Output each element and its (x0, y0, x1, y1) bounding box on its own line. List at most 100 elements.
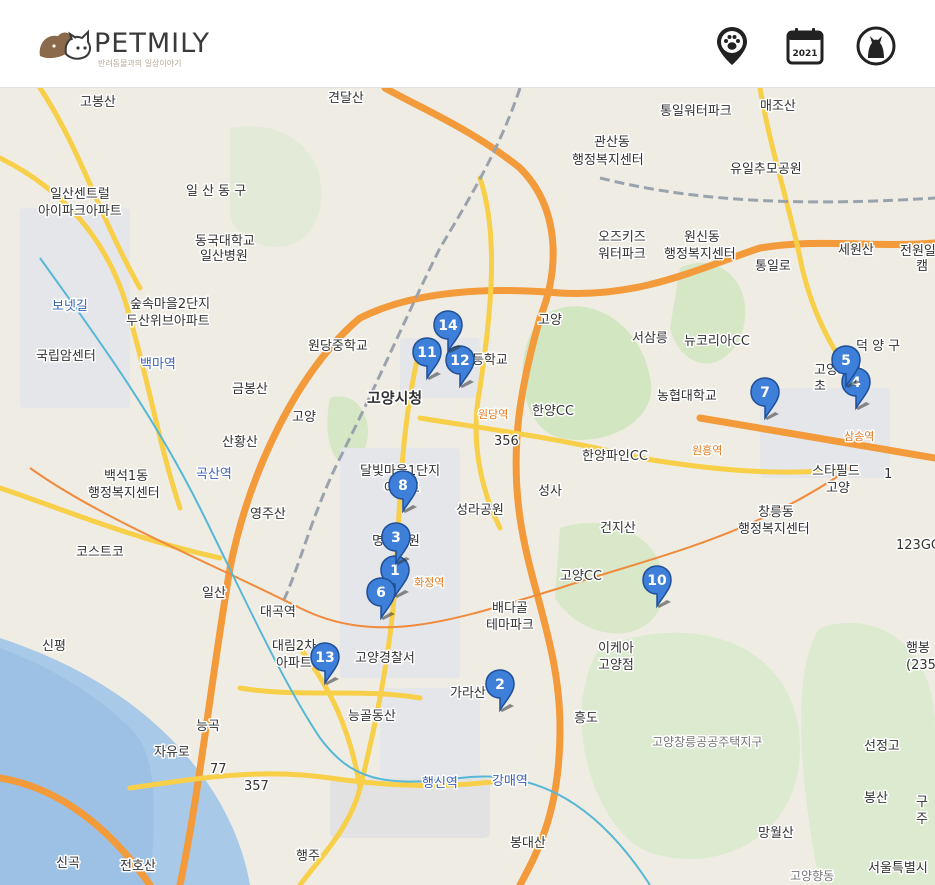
map-marker-label: 5 (841, 353, 851, 369)
svg-text:동국대학교: 동국대학교 (195, 234, 255, 249)
map-marker-label: 6 (376, 585, 386, 601)
svg-text:선정고: 선정고 (864, 739, 900, 754)
svg-text:매조산: 매조산 (760, 99, 796, 114)
svg-text:통일로: 통일로 (755, 259, 791, 274)
app-header: PETMILY 반려동물과의 일상이야기 2021 (0, 0, 935, 88)
map-marker-label: 14 (438, 318, 458, 334)
svg-text:전원일: 전원일 (900, 244, 935, 259)
svg-text:봉산: 봉산 (864, 791, 888, 806)
map-marker-label: 10 (647, 573, 667, 589)
svg-text:원신동: 원신동 (684, 230, 720, 245)
map-marker-label: 2 (495, 677, 505, 693)
svg-text:숲속마을2단지: 숲속마을2단지 (130, 297, 210, 312)
svg-text:일산병원: 일산병원 (200, 249, 248, 264)
svg-text:금봉산: 금봉산 (232, 382, 268, 397)
svg-text:통일워터파크: 통일워터파크 (660, 104, 732, 119)
svg-text:워터파크: 워터파크 (598, 247, 646, 262)
map-marker-label: 3 (391, 530, 401, 546)
pet-logo-icon (39, 29, 91, 60)
svg-text:배다골: 배다골 (492, 601, 528, 616)
svg-text:테마파크: 테마파크 (486, 618, 534, 633)
svg-text:356: 356 (494, 434, 519, 449)
svg-text:서삼릉: 서삼릉 (632, 331, 668, 346)
svg-text:대곡역: 대곡역 (260, 605, 296, 620)
svg-text:산황산: 산황산 (222, 435, 258, 450)
svg-text:원당역: 원당역 (478, 408, 508, 421)
svg-text:성사: 성사 (538, 484, 562, 499)
svg-text:봉대산: 봉대산 (510, 836, 546, 851)
svg-text:(235: (235 (906, 658, 935, 673)
svg-text:초: 초 (814, 379, 826, 394)
map-canvas[interactable]: 고봉산 견달산 통일워터파크 매조산 관산동 행정복지센터 유일추모공원 일산센… (0, 88, 935, 885)
svg-text:코스트코: 코스트코 (76, 545, 124, 560)
svg-text:고봉산: 고봉산 (80, 95, 116, 110)
svg-text:행봉: 행봉 (906, 640, 930, 656)
map-marker-label: 12 (450, 353, 469, 369)
svg-text:행정복지센터: 행정복지센터 (88, 485, 160, 501)
map-marker-label: 8 (398, 478, 408, 494)
map-marker-label: 11 (417, 345, 436, 361)
svg-text:캠: 캠 (916, 259, 928, 274)
svg-text:능골동산: 능골동산 (348, 709, 396, 724)
svg-text:행정복지센터: 행정복지센터 (664, 246, 736, 262)
svg-text:성라공원: 성라공원 (456, 503, 504, 518)
svg-text:고양: 고양 (538, 313, 562, 328)
svg-text:가라산: 가라산 (450, 686, 486, 701)
calendar-2021-icon[interactable]: 2021 (784, 25, 826, 67)
svg-text:행정복지센터: 행정복지센터 (738, 521, 810, 537)
svg-text:이케아: 이케아 (598, 641, 634, 656)
svg-text:행주: 행주 (296, 848, 320, 864)
svg-text:357: 357 (244, 779, 269, 794)
svg-text:삼송역: 삼송역 (844, 430, 874, 443)
svg-text:일 산 동 구: 일 산 동 구 (186, 184, 246, 199)
svg-text:원흥역: 원흥역 (692, 443, 722, 457)
svg-text:백석1동: 백석1동 (104, 469, 148, 484)
svg-text:원당중학교: 원당중학교 (308, 339, 368, 354)
svg-text:곡산역: 곡산역 (196, 467, 232, 482)
svg-text:고양경찰서: 고양경찰서 (355, 651, 415, 666)
location-pin-paw-icon[interactable] (711, 25, 753, 67)
svg-text:123GC: 123GC (896, 538, 935, 553)
svg-text:77: 77 (210, 762, 227, 777)
svg-text:보넷길: 보넷길 (52, 299, 88, 314)
map-marker-label: 13 (315, 650, 334, 666)
svg-text:자유로: 자유로 (154, 745, 190, 760)
svg-text:두산위브아파트: 두산위브아파트 (126, 314, 210, 329)
svg-text:한양파인CC: 한양파인CC (582, 449, 648, 464)
svg-text:주: 주 (916, 812, 928, 827)
svg-text:신곡: 신곡 (56, 856, 80, 871)
svg-text:스타필드: 스타필드 (812, 464, 860, 479)
svg-text:국립암센터: 국립암센터 (36, 349, 96, 364)
brand-logo[interactable]: PETMILY 반려동물과의 일상이야기 (36, 28, 210, 69)
map-view[interactable]: 고봉산 견달산 통일워터파크 매조산 관산동 행정복지센터 유일추모공원 일산센… (0, 88, 935, 885)
svg-text:덕 양 구: 덕 양 구 (856, 339, 900, 354)
svg-text:창릉동: 창릉동 (758, 505, 794, 520)
svg-text:전호산: 전호산 (120, 859, 156, 874)
svg-text:견달산: 견달산 (328, 91, 364, 106)
svg-text:구: 구 (916, 795, 928, 810)
svg-text:고양점: 고양점 (598, 658, 634, 673)
svg-text:고양CC: 고양CC (560, 569, 602, 584)
svg-text:대림2차: 대림2차 (272, 639, 316, 654)
svg-text:흥도: 흥도 (574, 711, 598, 726)
svg-text:행신역: 행신역 (422, 775, 458, 791)
svg-text:고양창릉공공주택지구: 고양창릉공공주택지구 (652, 735, 762, 749)
svg-text:아파트: 아파트 (276, 656, 312, 671)
svg-text:일산센트럴: 일산센트럴 (50, 187, 110, 202)
svg-text:일산: 일산 (202, 586, 226, 601)
brand-name: PETMILY (94, 28, 211, 59)
svg-text:고양: 고양 (292, 410, 316, 425)
svg-text:행정복지센터: 행정복지센터 (572, 152, 644, 168)
svg-text:유일추모공원: 유일추모공원 (730, 162, 802, 177)
svg-text:백마역: 백마역 (140, 357, 176, 372)
svg-text:세원산: 세원산 (838, 243, 874, 258)
svg-text:한양CC: 한양CC (532, 404, 574, 419)
svg-text:고양향동: 고양향동 (790, 869, 834, 883)
svg-text:1: 1 (884, 467, 892, 482)
svg-text:신평: 신평 (42, 639, 66, 654)
svg-text:관산동: 관산동 (594, 135, 630, 150)
map-marker-label: 1 (390, 563, 400, 579)
svg-text:능곡: 능곡 (196, 719, 220, 734)
svg-text:건지산: 건지산 (600, 521, 636, 536)
profile-cat-icon[interactable] (855, 25, 897, 67)
